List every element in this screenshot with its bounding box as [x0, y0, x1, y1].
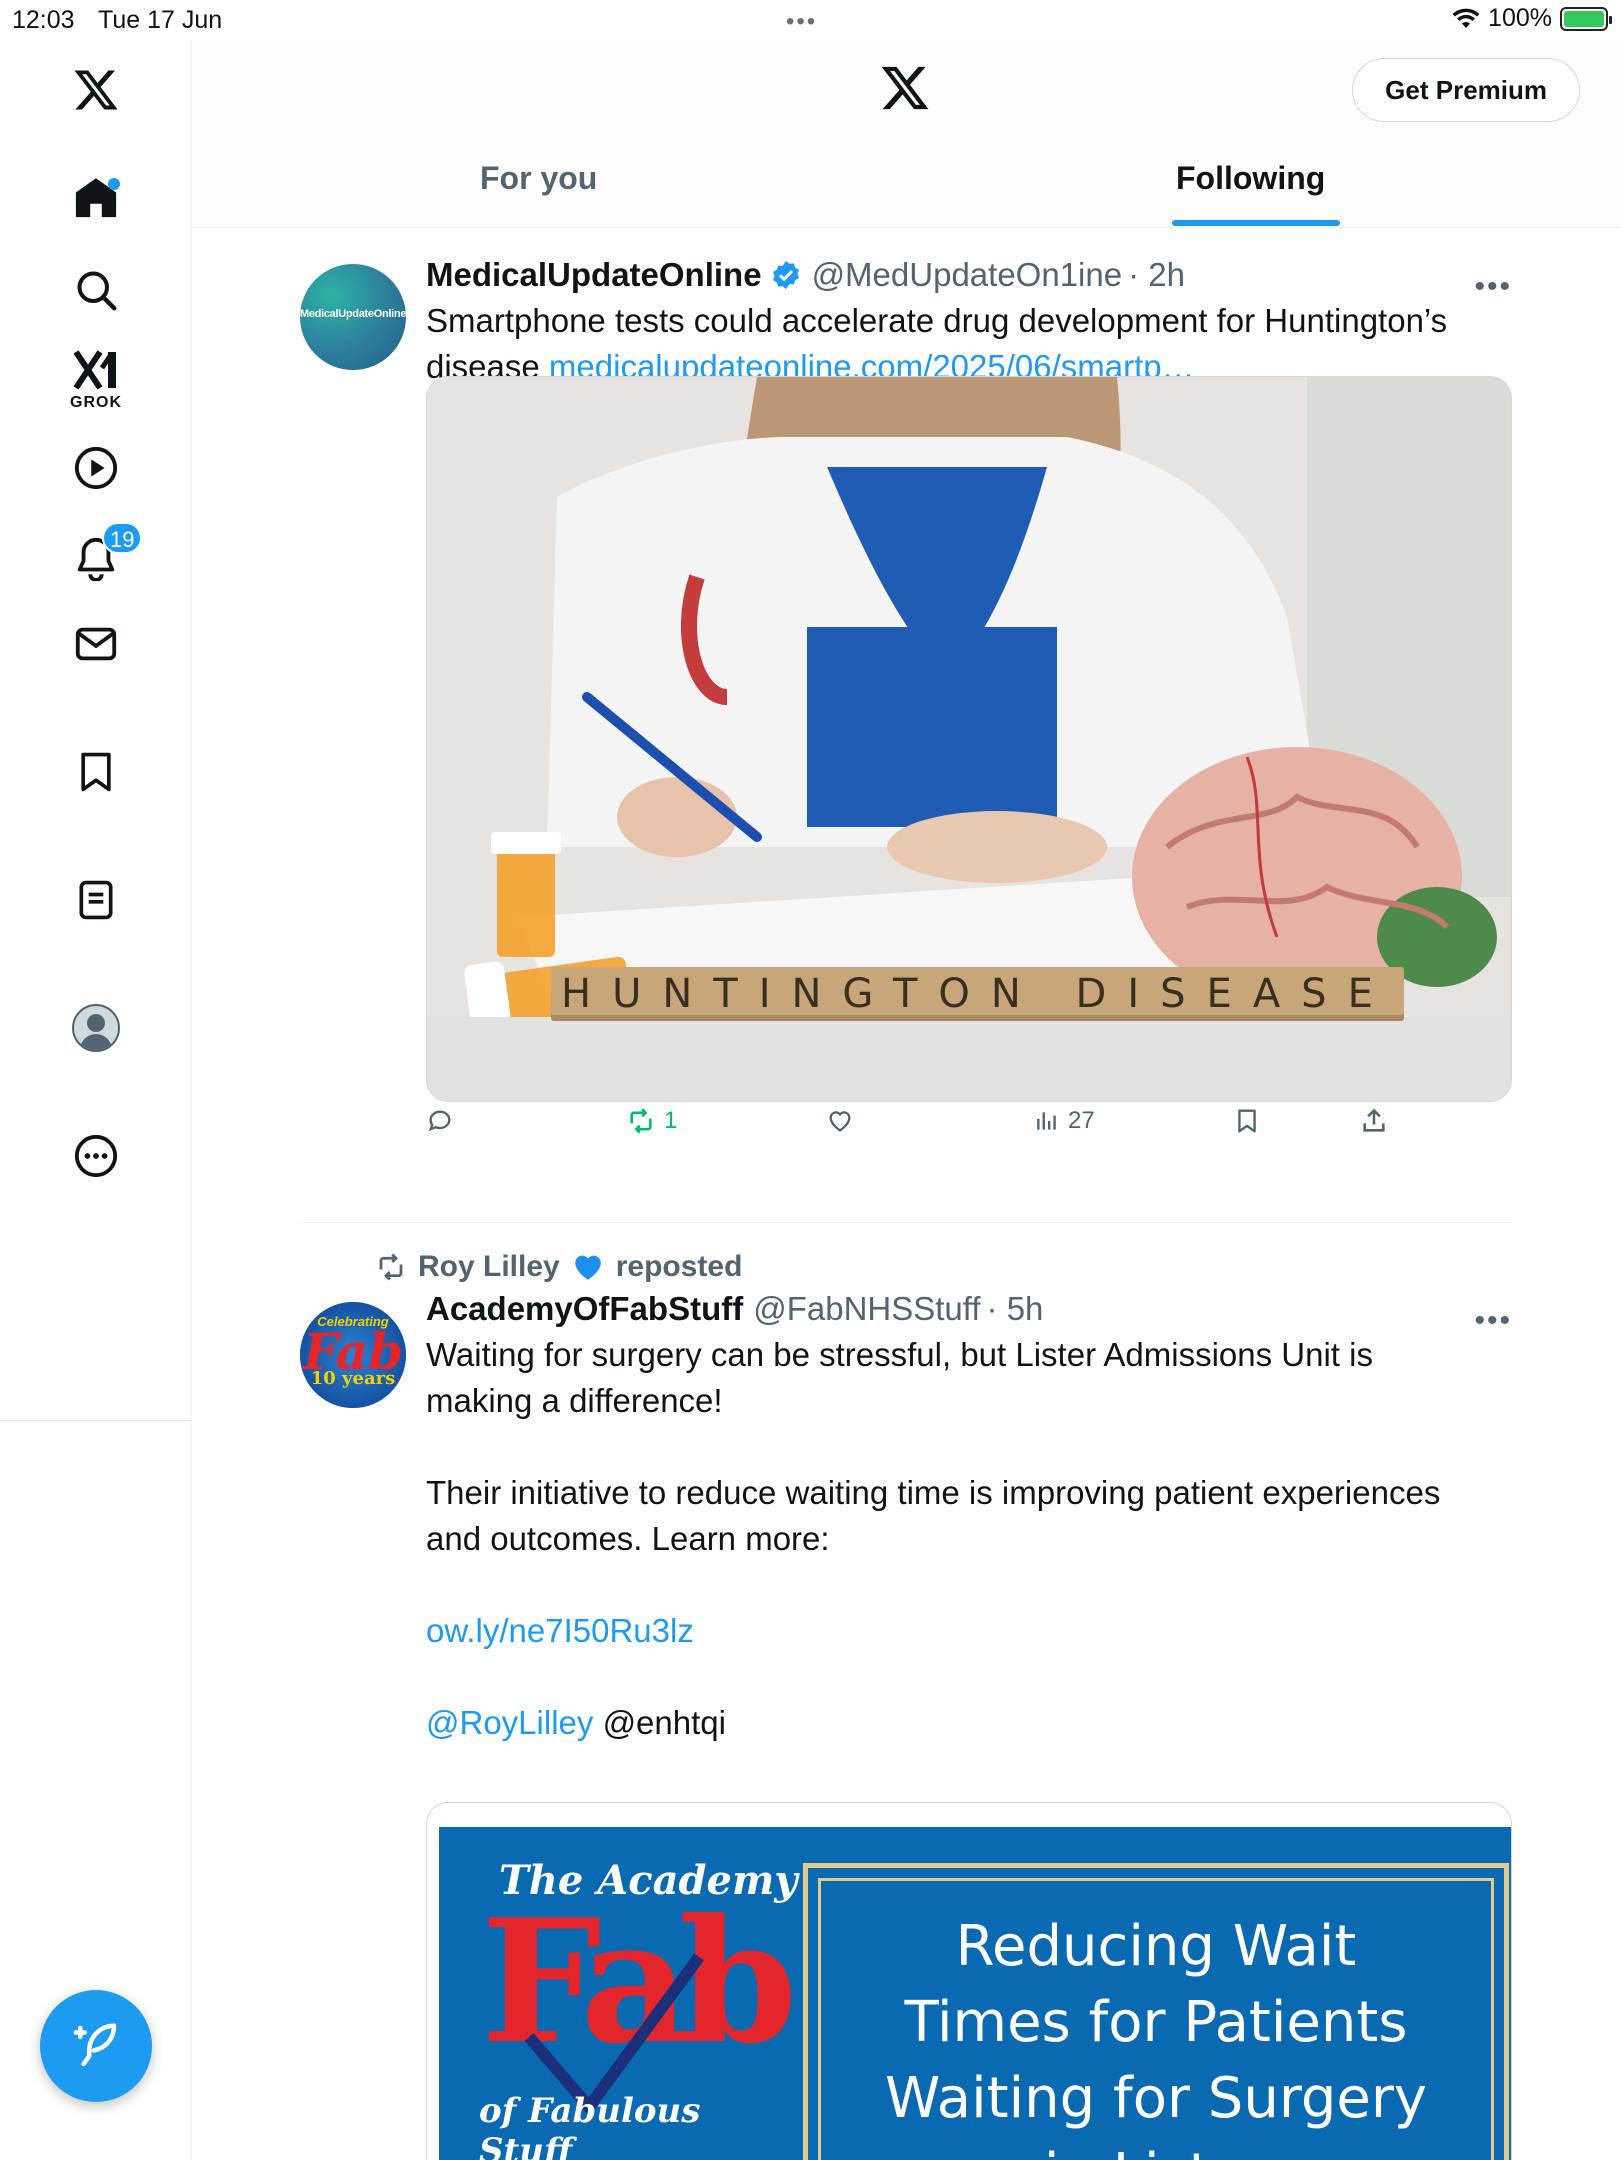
reposted-label: reposted	[615, 1250, 743, 1283]
status-date: Tue 17 Jun	[98, 6, 223, 34]
reply-icon	[428, 1110, 451, 1132]
bookmark-icon	[1238, 1109, 1256, 1133]
avatar[interactable]: MedicalUpdateOnline	[300, 264, 406, 370]
views-button[interactable]: 27	[1034, 1107, 1095, 1135]
tweet[interactable]: MedicalUpdateOnline MedicalUpdateOnline …	[300, 228, 1512, 1222]
tweet-line: Their initiative to reduce waiting time …	[426, 1474, 1441, 1511]
notifications-badge: 19	[102, 522, 143, 554]
nav-home[interactable]	[0, 148, 192, 248]
avatar-text-bottom: 10 years	[310, 1368, 396, 1389]
tweet-line: and outcomes. Learn more:	[426, 1520, 830, 1557]
multitasking-dots-icon[interactable]: •••	[786, 8, 817, 36]
tweet-link[interactable]: ow.ly/ne7I50Ru3lz	[426, 1608, 1512, 1654]
profile-avatar	[72, 1004, 120, 1052]
x-logo-icon[interactable]	[878, 62, 932, 119]
share-icon	[1363, 1108, 1385, 1132]
timestamp[interactable]: · 2h	[1128, 256, 1185, 294]
timeline-header: Get Premium For you Following	[192, 40, 1620, 228]
repost-icon	[379, 1253, 403, 1281]
handle[interactable]: @FabNHSStuff	[753, 1290, 980, 1328]
more-options-icon[interactable]: •••	[1474, 1304, 1512, 1338]
nav-messages[interactable]	[0, 594, 192, 694]
tab-for-you[interactable]: For you	[480, 160, 597, 197]
repost-context: Roy Lilley reposted	[374, 1250, 742, 1284]
battery-icon	[1560, 6, 1612, 31]
reposter-name[interactable]: Roy Lilley	[418, 1250, 560, 1284]
verified-badge-icon	[772, 261, 799, 289]
views-icon	[1037, 1112, 1056, 1130]
repost-button[interactable]: 1	[626, 1107, 677, 1135]
compose-feather-icon	[73, 2023, 117, 2067]
tweet-card-image[interactable]: The Academy Fab of Fabulous Stuff Reduci…	[426, 1802, 1512, 2160]
get-premium-button[interactable]: Get Premium	[1352, 58, 1580, 122]
tweet-header: AcademyOfFabStuff @FabNHSStuff · 5h	[426, 1290, 1512, 1328]
heart-icon	[829, 1111, 851, 1132]
nav-notifications[interactable]: 19	[0, 508, 192, 608]
bookmark-icon	[81, 752, 111, 792]
tweet-image[interactable]: HUNTINGTON DISEASE	[426, 376, 1512, 1102]
repost-count: 1	[664, 1107, 678, 1134]
handle[interactable]: @MedUpdateOn1ine	[812, 256, 1123, 294]
search-icon	[77, 271, 117, 311]
card-headline-line: Times for Patients	[904, 1990, 1408, 2055]
tab-following[interactable]: Following	[1176, 160, 1325, 197]
wifi-icon	[1452, 8, 1480, 28]
status-bar: 12:03 Tue 17 Jun ••• 100%	[0, 0, 1620, 40]
display-name[interactable]: AcademyOfFabStuff	[426, 1290, 743, 1328]
mail-icon	[75, 627, 117, 661]
active-tab-indicator	[1172, 220, 1340, 226]
play-icon	[74, 446, 118, 490]
card-headline-line: Reducing Wait	[955, 1914, 1357, 1979]
nav-lists[interactable]	[0, 850, 192, 950]
nav-bookmarks[interactable]	[0, 722, 192, 822]
tweet[interactable]: Roy Lilley reposted Celebrating Fab 10 y…	[300, 1222, 1512, 2160]
nav-more[interactable]	[0, 1106, 192, 1206]
left-rail: GROK 19	[0, 40, 192, 2160]
image-caption: HUNTINGTON DISEASE	[551, 967, 1404, 1021]
card-headline-line: in Lister	[1044, 2137, 1268, 2160]
nav-grok[interactable]: GROK	[0, 330, 192, 430]
academy-logo: The Academy Fab of Fabulous Stuff	[439, 1827, 799, 2160]
avatar-text: MedicalUpdateOnline	[300, 308, 406, 320]
academy-bottom-text: of Fabulous Stuff	[479, 2091, 701, 2160]
reply-button[interactable]	[426, 1107, 454, 1135]
letter-blocks: HUNTINGTON DISEASE	[551, 967, 1404, 1021]
card-headline-box: Reducing Wait Times for Patients Waiting…	[803, 1863, 1509, 2160]
grok-label: GROK	[70, 394, 122, 411]
views-count: 27	[1068, 1107, 1095, 1134]
unread-dot	[108, 178, 120, 190]
timestamp[interactable]: · 5h	[987, 1290, 1044, 1328]
avatar[interactable]: Celebrating Fab 10 years	[300, 1302, 406, 1408]
list-icon	[79, 880, 113, 920]
nav-explore[interactable]	[0, 240, 192, 340]
repost-icon	[630, 1108, 652, 1134]
tweet-line: making a difference!	[426, 1382, 723, 1419]
nav-profile[interactable]	[0, 978, 192, 1078]
blue-heart-icon	[574, 1255, 601, 1280]
mention-plain: @enhtqi	[602, 1704, 726, 1741]
battery-percent: 100%	[1488, 4, 1552, 32]
card-graphic: The Academy Fab of Fabulous Stuff Reduci…	[439, 1827, 1511, 2160]
more-circle-icon	[74, 1134, 118, 1178]
status-right: 100%	[1452, 4, 1612, 33]
more-options-icon[interactable]: •••	[1474, 270, 1512, 304]
tweet-line: Waiting for surgery can be stressful, bu…	[426, 1336, 1373, 1373]
tweet-text: Waiting for surgery can be stressful, bu…	[426, 1332, 1512, 1746]
compose-button[interactable]	[40, 1990, 152, 2102]
display-name[interactable]: MedicalUpdateOnline	[426, 256, 762, 294]
like-button[interactable]	[826, 1107, 854, 1135]
card-headline-line: Waiting for Surgery	[884, 2066, 1428, 2131]
grok-icon	[73, 350, 116, 390]
tweet-actions: 1 27	[426, 1086, 1426, 1156]
mention-link[interactable]: @RoyLilley	[426, 1704, 593, 1741]
bookmark-button[interactable]	[1234, 1107, 1260, 1135]
status-time: 12:03	[12, 6, 75, 34]
nav-video[interactable]	[0, 418, 192, 518]
x-logo-icon[interactable]	[0, 40, 192, 140]
tweet-header: MedicalUpdateOnline @MedUpdateOn1ine · 2…	[426, 256, 1512, 294]
share-button[interactable]	[1360, 1107, 1388, 1135]
rail-divider	[0, 1420, 192, 1421]
